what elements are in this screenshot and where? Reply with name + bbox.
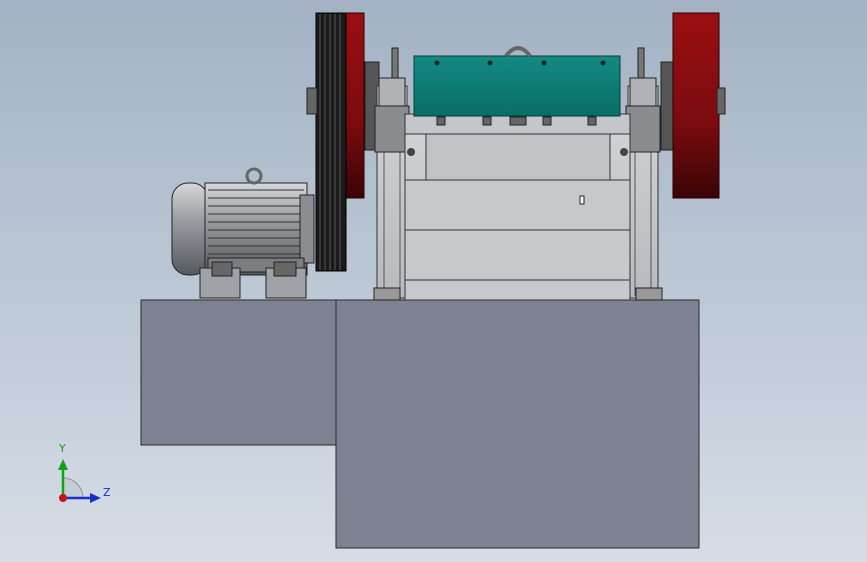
right-flywheel[interactable] (660, 12, 726, 199)
z-axis-arrow-icon (90, 493, 101, 503)
triad-plane-indicator (62, 477, 84, 499)
model-scene[interactable] (0, 0, 867, 562)
y-axis-label: Y (59, 442, 66, 455)
left-pulley-wheel[interactable] (306, 12, 380, 272)
motor-foundation-block[interactable] (140, 299, 338, 446)
coordinate-triad (58, 459, 101, 503)
electric-motor[interactable] (171, 167, 315, 299)
3d-viewport[interactable]: Y Z (0, 0, 867, 562)
z-axis-label: Z (103, 486, 111, 499)
origin-icon (59, 494, 67, 502)
y-axis-arrow-icon (58, 459, 68, 470)
jaw-cover[interactable] (413, 46, 621, 117)
crusher-foundation-block[interactable] (335, 299, 700, 549)
